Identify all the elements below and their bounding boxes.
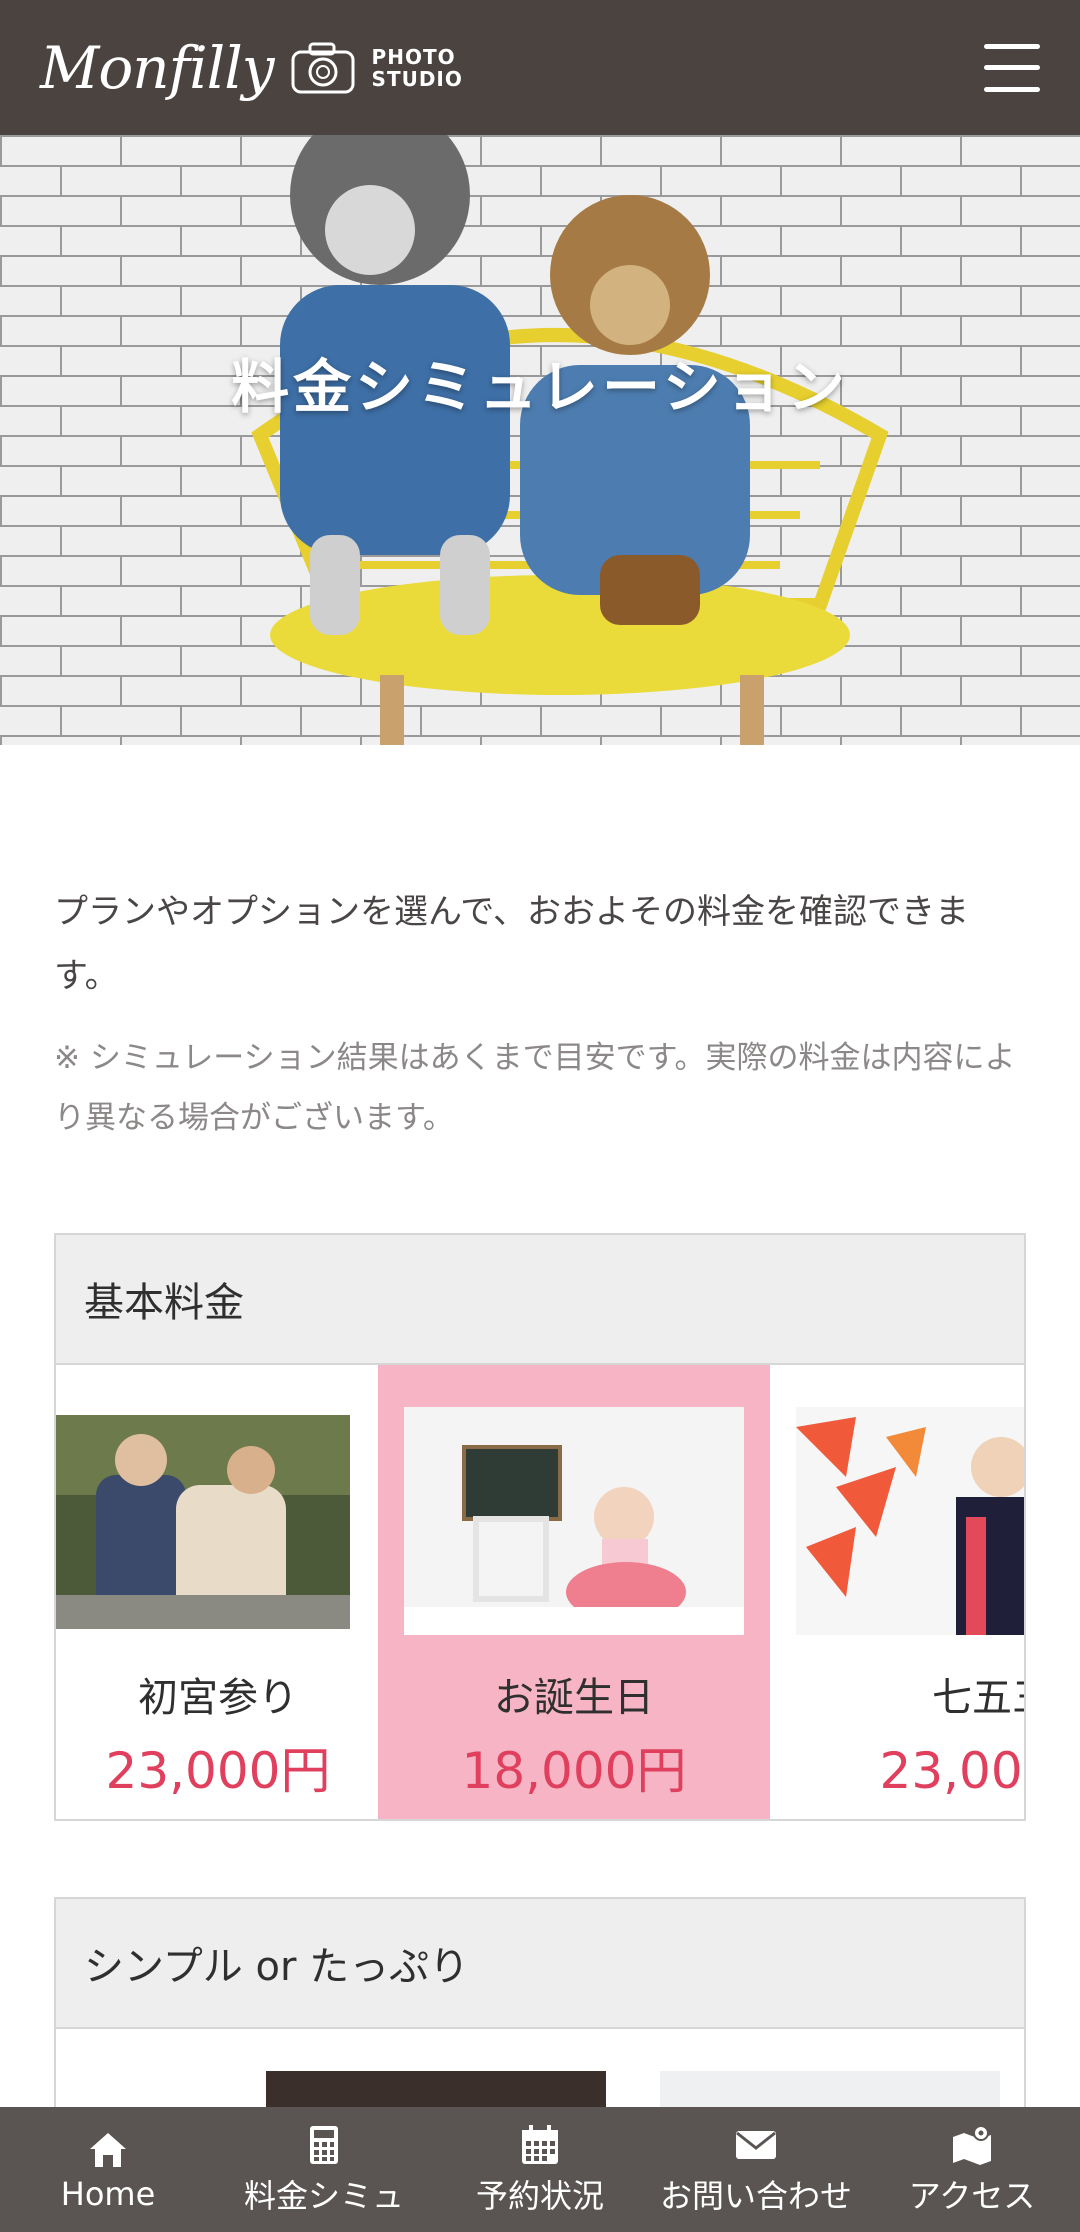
nav-reservation-status[interactable]: 予約状況 <box>432 2107 648 2232</box>
nav-label: お問い合わせ <box>659 2176 852 2215</box>
nav-label: 料金シミュ <box>243 2176 404 2215</box>
plan-label: 七五三 <box>932 1675 1024 1721</box>
site-header: Monfilly PHOTO STUDIO <box>0 0 1080 135</box>
map-icon <box>953 2124 991 2165</box>
plan-card-shichigosan[interactable]: 七五三 23,000円 <box>770 1365 1024 1819</box>
plan-label: 初宮参り <box>138 1675 298 1721</box>
intro-text: プランやオプションを選んで、おおよその料金を確認できます。 <box>54 892 969 996</box>
calculator-icon <box>310 2125 338 2164</box>
plan-photo <box>56 1415 350 1629</box>
studio-logo[interactable]: Monfilly PHOTO STUDIO <box>40 34 463 102</box>
intro-block: プランやオプションを選んで、おおよその料金を確認できます。 ※ シミュレーション… <box>54 880 1026 1148</box>
plan-photo <box>404 1407 744 1635</box>
nav-contact[interactable]: お問い合わせ <box>648 2107 864 2232</box>
mail-icon <box>736 2130 776 2159</box>
bottom-navigation: Home 料金シミュ 予約状況 お問い合わせ アクセス <box>0 2107 1080 2232</box>
camera-icon <box>291 42 355 93</box>
plan-price: 23,000円 <box>105 1742 331 1800</box>
plan-photo <box>796 1407 1024 1635</box>
volume-section: シンプル or たっぷり <box>54 1897 1026 2139</box>
nav-label: 予約状況 <box>475 2176 604 2215</box>
nav-home[interactable]: Home <box>0 2107 216 2232</box>
nav-access[interactable]: アクセス <box>864 2107 1080 2232</box>
logo-script-text: Monfilly <box>40 33 275 102</box>
hero-photo <box>0 135 1080 745</box>
plan-card-hatsumiyamairi[interactable]: 初宮参り 23,000円 <box>56 1365 378 1819</box>
nav-label: Home <box>60 2174 156 2213</box>
hamburger-menu-icon[interactable] <box>984 43 1040 92</box>
plan-price: 23,000円 <box>879 1742 1024 1800</box>
plan-carousel[interactable]: 初宮参り 23,000円 お誕生日 18,000円 七五 23,00 <box>56 1365 1024 1819</box>
nav-price-simulation[interactable]: 料金シミュ <box>216 2107 432 2232</box>
plan-label: お誕生日 <box>494 1675 654 1721</box>
calendar-icon <box>522 2124 558 2164</box>
plan-card-birthday[interactable]: お誕生日 18,000円 <box>378 1365 770 1819</box>
section-title: 基本料金 <box>56 1235 1024 1365</box>
intro-note: ※ シミュレーション結果はあくまで目安です。実際の料金は内容により異なる場合がご… <box>54 1040 1016 1136</box>
logo-studio-text: PHOTO STUDIO <box>371 44 463 91</box>
basic-fee-section: 基本料金 初宮参り 23,000円 お誕生日 18,000円 七五 23,00 <box>54 1233 1026 1821</box>
plan-price: 18,000円 <box>461 1742 687 1800</box>
nav-label: アクセス <box>908 2176 1036 2215</box>
page-title: 料金シミュレーション <box>231 353 849 421</box>
hero-banner: 料金シミュレーション <box>0 135 1080 745</box>
home-icon <box>90 2132 126 2167</box>
section-title: シンプル or たっぷり <box>56 1899 1024 2029</box>
